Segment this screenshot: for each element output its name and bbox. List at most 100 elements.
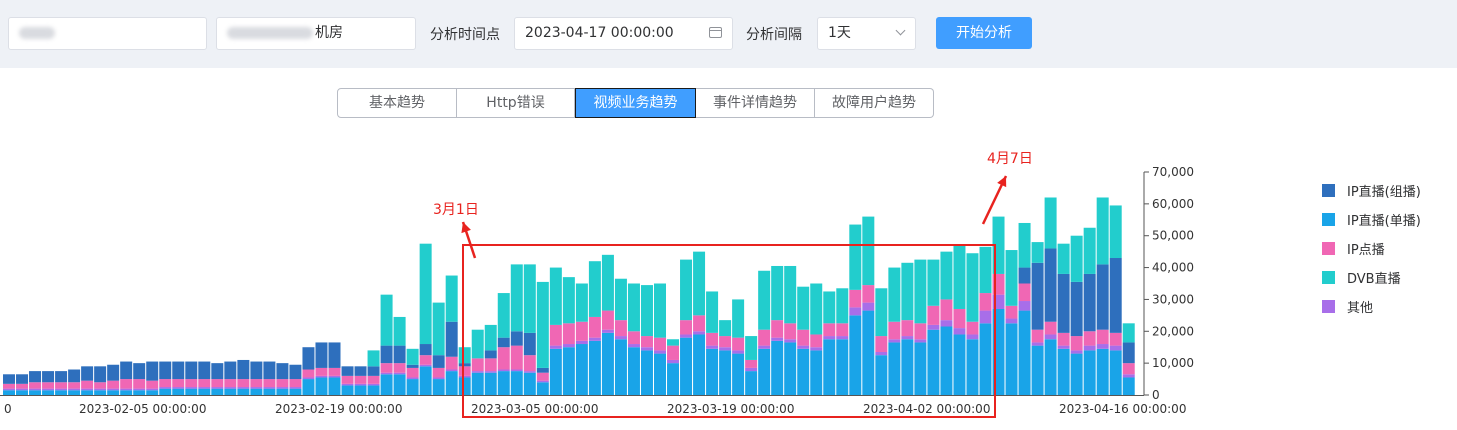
multicast-bar[interactable]: [133, 363, 146, 380]
dvb-bar[interactable]: [432, 302, 445, 356]
vod-bar[interactable]: [29, 382, 42, 389]
dvb-bar[interactable]: [1005, 250, 1018, 306]
other-bar[interactable]: [1122, 374, 1135, 378]
unicast-bar[interactable]: [341, 385, 354, 395]
dvb-bar[interactable]: [719, 320, 732, 337]
other-bar[interactable]: [940, 320, 953, 327]
other-bar[interactable]: [771, 337, 784, 341]
dvb-bar[interactable]: [471, 329, 484, 359]
unicast-bar[interactable]: [1005, 323, 1018, 395]
multicast-bar[interactable]: [419, 344, 432, 356]
dvb-bar[interactable]: [758, 270, 771, 330]
multicast-bar[interactable]: [393, 345, 406, 364]
vod-bar[interactable]: [159, 379, 172, 388]
other-bar[interactable]: [55, 388, 68, 391]
vod-bar[interactable]: [94, 382, 107, 389]
tab-basic-trend[interactable]: 基本趋势: [337, 88, 457, 118]
other-bar[interactable]: [953, 328, 966, 335]
other-bar[interactable]: [328, 375, 341, 378]
other-bar[interactable]: [237, 387, 250, 389]
vod-bar[interactable]: [1005, 305, 1018, 319]
other-bar[interactable]: [862, 302, 875, 311]
dvb-bar[interactable]: [614, 278, 627, 321]
other-bar[interactable]: [758, 345, 771, 349]
vod-bar[interactable]: [549, 324, 562, 346]
other-bar[interactable]: [133, 388, 146, 391]
vod-bar[interactable]: [367, 375, 380, 384]
other-bar[interactable]: [1070, 350, 1083, 354]
unicast-bar[interactable]: [1096, 348, 1109, 395]
vod-bar[interactable]: [927, 305, 940, 325]
other-bar[interactable]: [432, 377, 445, 380]
other-bar[interactable]: [1005, 318, 1018, 324]
other-bar[interactable]: [289, 387, 302, 389]
vod-bar[interactable]: [354, 375, 367, 384]
unicast-bar[interactable]: [1070, 353, 1083, 395]
vod-bar[interactable]: [1109, 332, 1122, 346]
other-bar[interactable]: [654, 350, 666, 354]
tab-video-business-trend[interactable]: 视频业务趋势: [575, 88, 696, 118]
unicast-bar[interactable]: [588, 340, 601, 395]
multicast-bar[interactable]: [406, 364, 419, 368]
vod-bar[interactable]: [133, 379, 146, 389]
other-bar[interactable]: [1096, 344, 1109, 349]
vod-bar[interactable]: [380, 363, 393, 373]
dvb-bar[interactable]: [549, 267, 562, 325]
unicast-bar[interactable]: [55, 390, 68, 395]
unicast-bar[interactable]: [562, 347, 575, 395]
other-bar[interactable]: [966, 334, 979, 340]
dvb-bar[interactable]: [1057, 243, 1070, 274]
vod-bar[interactable]: [1083, 331, 1096, 346]
unicast-bar[interactable]: [445, 371, 458, 395]
unicast-bar[interactable]: [953, 334, 966, 395]
other-bar[interactable]: [250, 387, 263, 389]
dvb-bar[interactable]: [1083, 227, 1096, 274]
unicast-bar[interactable]: [263, 388, 276, 395]
dvb-bar[interactable]: [745, 336, 758, 360]
dvb-bar[interactable]: [523, 264, 536, 333]
unicast-bar[interactable]: [1031, 345, 1044, 395]
vod-bar[interactable]: [862, 285, 875, 303]
other-bar[interactable]: [211, 387, 224, 389]
other-bar[interactable]: [901, 336, 914, 340]
multicast-bar[interactable]: [42, 371, 55, 383]
vod-bar[interactable]: [185, 379, 198, 388]
multicast-bar[interactable]: [1044, 248, 1057, 322]
other-bar[interactable]: [979, 310, 992, 324]
unicast-bar[interactable]: [68, 390, 81, 395]
unicast-bar[interactable]: [159, 388, 172, 395]
unicast-bar[interactable]: [1044, 339, 1057, 395]
other-bar[interactable]: [1083, 345, 1096, 351]
dvb-bar[interactable]: [979, 246, 992, 294]
vod-bar[interactable]: [341, 375, 354, 384]
other-bar[interactable]: [875, 351, 888, 356]
other-bar[interactable]: [471, 371, 484, 373]
multicast-bar[interactable]: [367, 366, 380, 376]
unicast-bar[interactable]: [146, 390, 159, 395]
multicast-bar[interactable]: [1096, 264, 1109, 330]
other-bar[interactable]: [172, 387, 185, 389]
other-bar[interactable]: [1044, 334, 1057, 340]
unicast-bar[interactable]: [315, 377, 328, 395]
vod-bar[interactable]: [875, 336, 888, 352]
dvb-bar[interactable]: [680, 259, 693, 321]
multicast-bar[interactable]: [172, 361, 185, 380]
unicast-bar[interactable]: [406, 379, 419, 395]
other-bar[interactable]: [693, 331, 706, 335]
vod-bar[interactable]: [471, 358, 484, 372]
unicast-bar[interactable]: [523, 372, 536, 395]
vod-bar[interactable]: [654, 337, 666, 351]
vod-bar[interactable]: [146, 380, 159, 389]
dvb-bar[interactable]: [667, 339, 680, 346]
unicast-bar[interactable]: [680, 337, 693, 395]
other-bar[interactable]: [146, 388, 159, 391]
tab-faulty-user-trend[interactable]: 故障用户趋势: [815, 88, 934, 118]
unicast-bar[interactable]: [979, 323, 992, 395]
multicast-bar[interactable]: [107, 364, 120, 381]
other-bar[interactable]: [406, 377, 419, 380]
start-analysis-button[interactable]: 开始分析: [936, 17, 1032, 49]
vod-bar[interactable]: [250, 379, 263, 388]
unicast-bar[interactable]: [484, 372, 497, 395]
unicast-bar[interactable]: [1083, 350, 1096, 395]
vod-bar[interactable]: [1018, 283, 1031, 302]
